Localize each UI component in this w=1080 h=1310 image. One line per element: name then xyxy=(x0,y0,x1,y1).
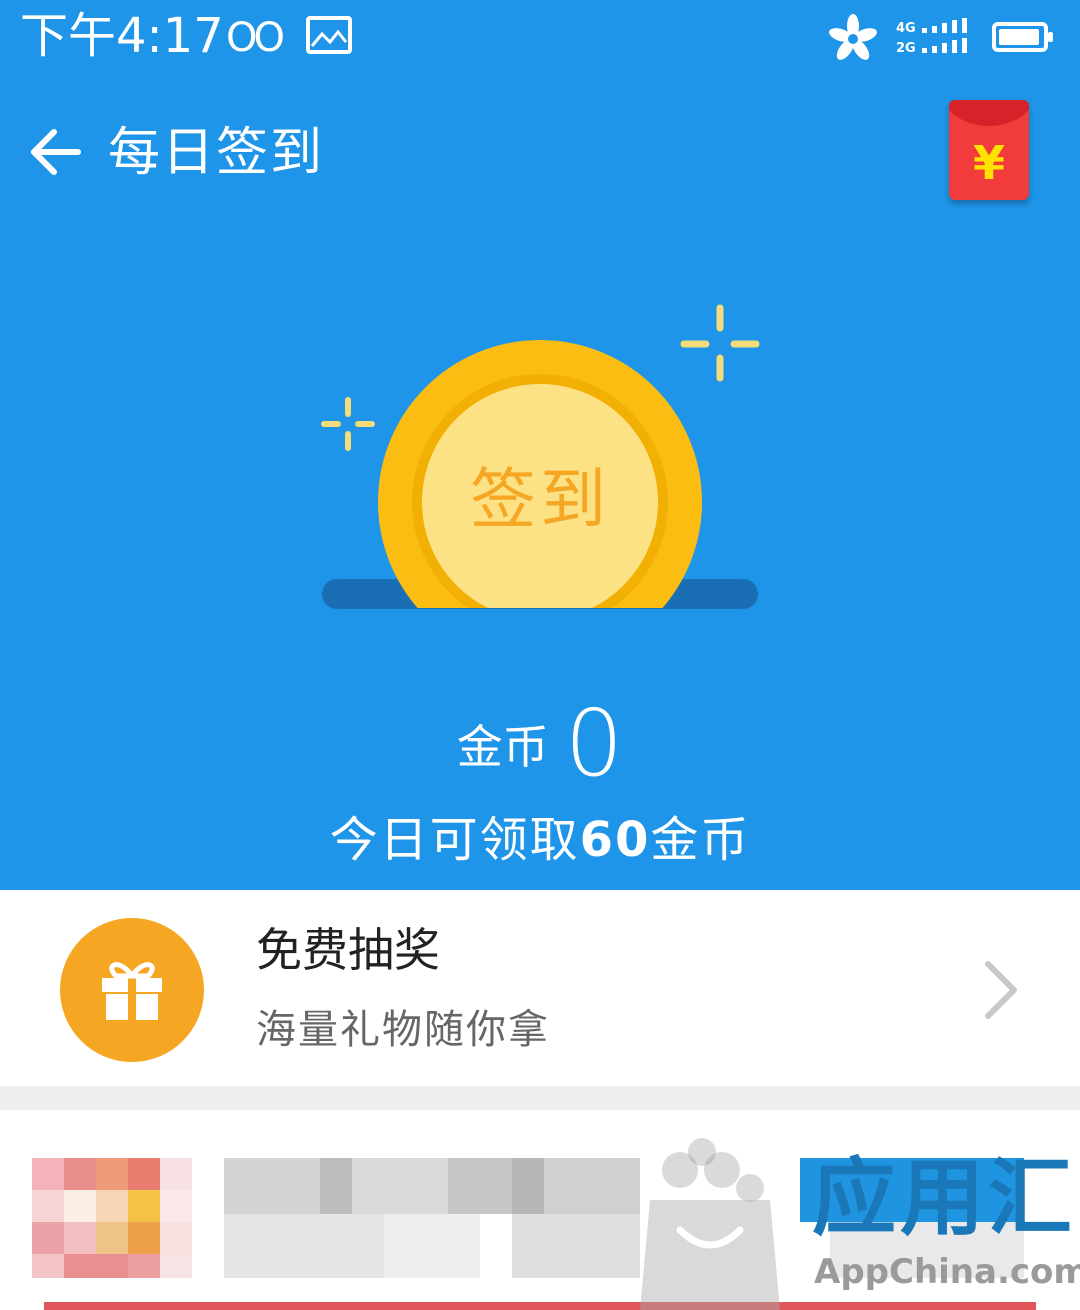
chevron-right-icon xyxy=(985,961,1017,1019)
coins-label: 金币 xyxy=(456,719,549,774)
page-title: 每日签到 xyxy=(108,123,325,183)
sparkle-icon xyxy=(321,397,375,451)
infinity-icon: OO xyxy=(226,15,285,61)
coins-value: 0 xyxy=(564,690,624,797)
network-bottom-label: 2G xyxy=(896,41,916,56)
yen-icon: ¥ xyxy=(972,136,1005,190)
red-packet-button[interactable]: ¥ xyxy=(949,100,1029,200)
today-reward: 今日可领取60金币 xyxy=(0,808,1080,872)
checkin-coin[interactable]: 签到 xyxy=(300,300,780,620)
flower-icon xyxy=(829,14,877,60)
image-notification-icon xyxy=(306,16,352,54)
watermark-url: AppChina.com xyxy=(814,1252,1080,1292)
coins-balance: 金币 0 xyxy=(0,690,1080,797)
watermark-brand: 应用汇 xyxy=(812,1149,1077,1247)
lottery-subtitle: 海量礼物随你拿 xyxy=(256,1007,550,1053)
back-arrow-icon[interactable] xyxy=(28,124,84,180)
today-amount: 60 xyxy=(579,812,651,868)
gift-icon xyxy=(60,918,204,1062)
free-lottery-item[interactable]: 免费抽奖 海量礼物随你拿 xyxy=(0,890,1080,1086)
status-bar: 下午4:17 OO 4G 2G xyxy=(0,0,1080,80)
checkin-button-label[interactable]: 签到 xyxy=(378,450,702,550)
today-prefix: 今日可领取 xyxy=(329,812,580,868)
today-suffix: 金币 xyxy=(650,812,751,868)
signal-icon: 4G 2G xyxy=(896,18,976,64)
status-time: 下午4:17 xyxy=(20,8,224,64)
sparkle-icon xyxy=(680,304,760,382)
network-top-label: 4G xyxy=(896,21,916,36)
lottery-title: 免费抽奖 xyxy=(256,923,440,977)
battery-icon xyxy=(992,22,1053,52)
